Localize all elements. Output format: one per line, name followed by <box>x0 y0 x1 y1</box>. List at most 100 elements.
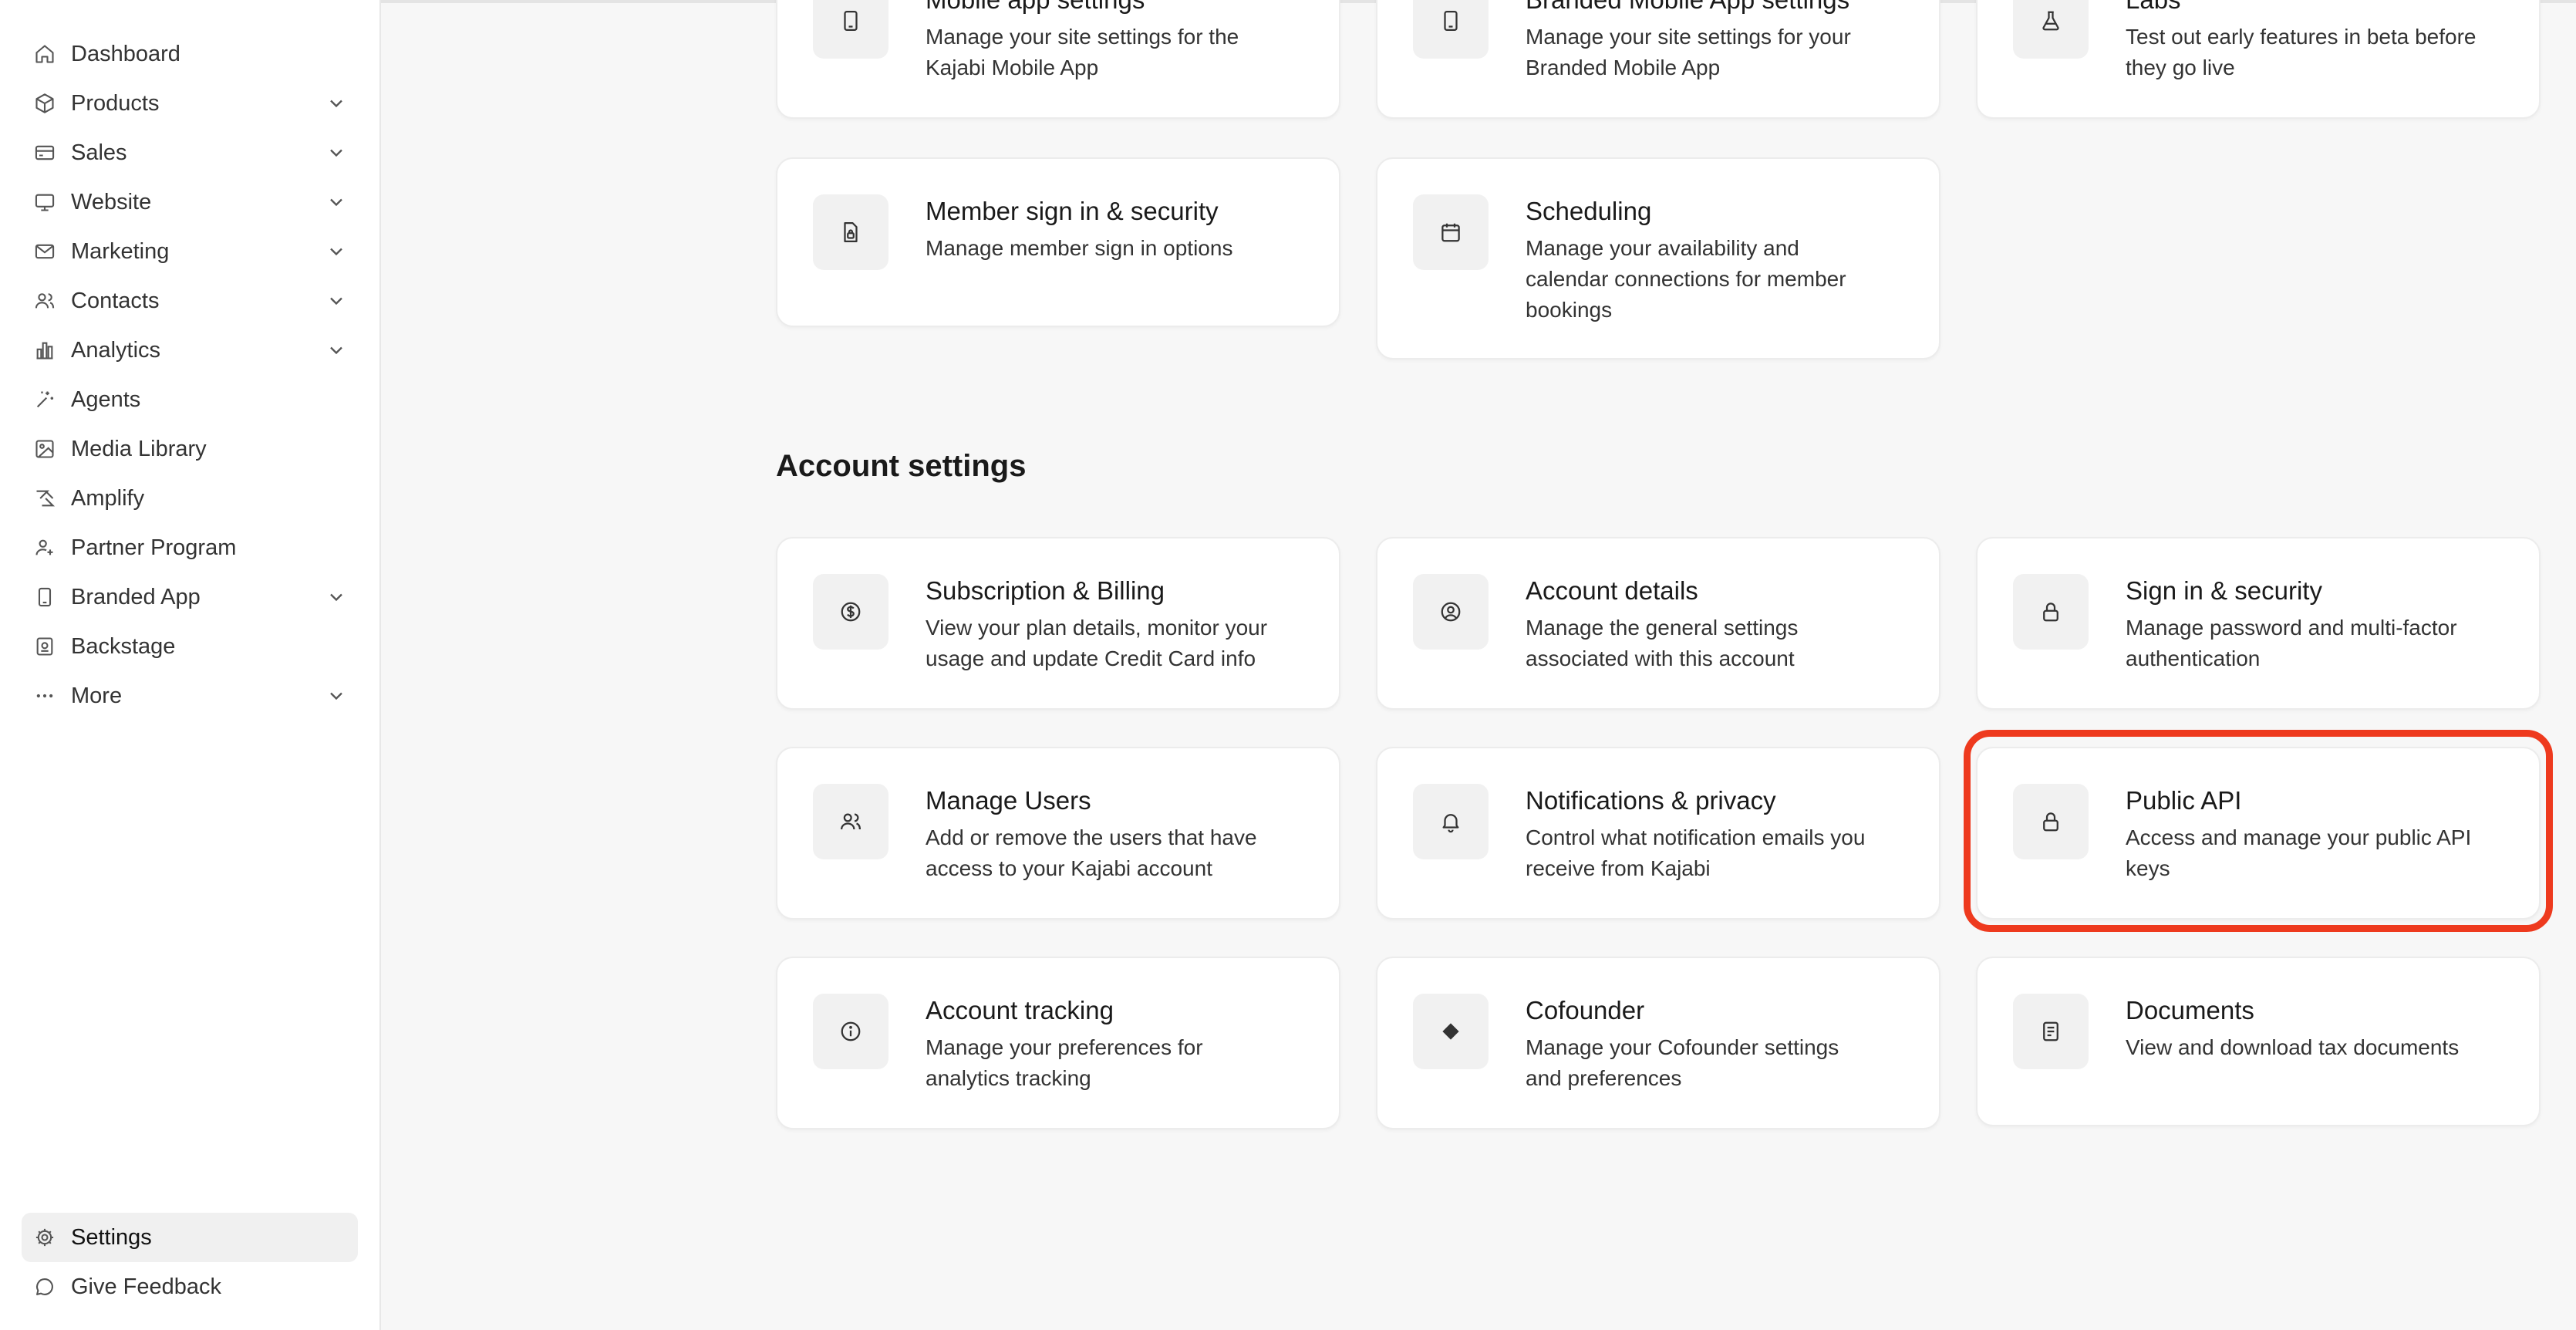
amplify-icon <box>34 488 56 509</box>
settings-card-manage-users[interactable]: Manage Users Add or remove the users tha… <box>776 747 1340 920</box>
box-icon <box>34 93 56 114</box>
home-icon <box>34 43 56 65</box>
sidebar-bottom-nav: Settings Give Feedback <box>22 1213 358 1311</box>
chevron-down-icon[interactable] <box>325 142 347 164</box>
sidebar-item-label: More <box>71 683 123 708</box>
chevron-down-icon[interactable] <box>325 290 347 312</box>
card-title: Subscription & Billing <box>926 576 1165 605</box>
sidebar-item-label: Agents <box>71 387 141 412</box>
settings-card-branded-mobile-app[interactable]: Branded Mobile App settings Manage your … <box>1376 0 1940 119</box>
diamond-icon <box>1413 994 1489 1069</box>
card-title: Public API <box>2126 786 2242 815</box>
info-circle-icon <box>813 994 888 1069</box>
settings-card-sign-in-security[interactable]: Sign in & security Manage password and m… <box>1976 537 2541 710</box>
section-heading-account-settings: Account settings <box>776 449 1027 483</box>
user-plus-icon <box>34 537 56 559</box>
card-description: Manage your availability and calendar co… <box>1526 236 1846 322</box>
bell-icon <box>1413 784 1489 859</box>
settings-card-member-sign-in[interactable]: Member sign in & security Manage member … <box>776 157 1340 327</box>
sidebar-item-label: Products <box>71 90 160 116</box>
chevron-down-icon[interactable] <box>325 685 347 707</box>
sidebar-nav: Dashboard Products Sales Website Marketi… <box>22 29 358 721</box>
card-description: Manage password and multi-factor authent… <box>2126 616 2457 670</box>
card-description: Control what notification emails you rec… <box>1526 825 1866 880</box>
lock-icon <box>2013 784 2089 859</box>
document-icon <box>2013 994 2089 1069</box>
calendar-icon <box>1413 194 1489 270</box>
settings-card-cofounder[interactable]: Cofounder Manage your Cofounder settings… <box>1376 957 1940 1129</box>
sidebar-item-label: Amplify <box>71 485 145 511</box>
card-title: Sign in & security <box>2126 576 2322 605</box>
sidebar: Dashboard Products Sales Website Marketi… <box>0 0 381 1330</box>
settings-card-mobile-app[interactable]: Mobile app settings Manage your site set… <box>776 0 1340 119</box>
settings-card-scheduling[interactable]: Scheduling Manage your availability and … <box>1376 157 1940 360</box>
chevron-down-icon[interactable] <box>325 241 347 262</box>
sidebar-item-amplify[interactable]: Amplify <box>22 474 358 523</box>
flask-icon <box>2013 0 2089 59</box>
sidebar-item-media-library[interactable]: Media Library <box>22 424 358 474</box>
sidebar-item-branded-app[interactable]: Branded App <box>22 572 358 622</box>
sidebar-item-contacts[interactable]: Contacts <box>22 276 358 326</box>
card-title: Account details <box>1526 576 1698 605</box>
card-description: Add or remove the users that have access… <box>926 825 1257 880</box>
settings-main: Mobile app settings Manage your site set… <box>383 0 2576 1330</box>
sidebar-item-label: Sales <box>71 140 127 165</box>
card-description: Access and manage your public API keys <box>2126 825 2472 880</box>
settings-card-notifications-privacy[interactable]: Notifications & privacy Control what not… <box>1376 747 1940 920</box>
card-title: Labs <box>2126 0 2516 15</box>
card-title: Branded Mobile App settings <box>1526 0 1916 15</box>
sidebar-item-analytics[interactable]: Analytics <box>22 326 358 375</box>
mail-icon <box>34 241 56 262</box>
sidebar-item-label: Marketing <box>71 238 170 264</box>
settings-card-account-tracking[interactable]: Account tracking Manage your preferences… <box>776 957 1340 1129</box>
users-icon <box>813 784 888 859</box>
chevron-down-icon[interactable] <box>325 93 347 114</box>
sidebar-item-label: Contacts <box>71 288 160 313</box>
settings-card-labs[interactable]: Labs Test out early features in beta bef… <box>1976 0 2541 119</box>
card-title: Manage Users <box>926 786 1091 815</box>
card-description: Test out early features in beta before t… <box>2126 25 2477 79</box>
sidebar-item-label: Partner Program <box>71 535 237 560</box>
chevron-down-icon[interactable] <box>325 586 347 608</box>
credit-card-icon <box>34 142 56 164</box>
card-title: Notifications & privacy <box>1526 786 1776 815</box>
sidebar-item-products[interactable]: Products <box>22 79 358 128</box>
settings-card-documents[interactable]: Documents View and download tax document… <box>1976 957 2541 1126</box>
sidebar-item-label: Branded App <box>71 584 201 609</box>
sidebar-item-website[interactable]: Website <box>22 177 358 227</box>
sidebar-item-label: Backstage <box>71 633 176 659</box>
dollar-circle-icon <box>813 574 888 650</box>
sidebar-item-label: Settings <box>71 1224 152 1250</box>
sidebar-item-sales[interactable]: Sales <box>22 128 358 177</box>
chevron-down-icon[interactable] <box>325 339 347 361</box>
card-description: Manage your Cofounder settings and prefe… <box>1526 1035 1839 1090</box>
card-description: Manage your site settings for the Kajabi… <box>926 25 1239 79</box>
sidebar-item-partner-program[interactable]: Partner Program <box>22 523 358 572</box>
card-description: Manage the general settings associated w… <box>1526 616 1799 670</box>
chevron-down-icon[interactable] <box>325 191 347 213</box>
sidebar-item-more[interactable]: More <box>22 671 358 721</box>
sidebar-item-dashboard[interactable]: Dashboard <box>22 29 358 79</box>
settings-card-account-details[interactable]: Account details Manage the general setti… <box>1376 537 1940 710</box>
sidebar-item-agents[interactable]: Agents <box>22 375 358 424</box>
sidebar-item-backstage[interactable]: Backstage <box>22 622 358 671</box>
backstage-icon <box>34 636 56 657</box>
settings-card-public-api[interactable]: Public API Access and manage your public… <box>1976 747 2541 920</box>
file-lock-icon <box>813 194 888 270</box>
sidebar-item-label: Media Library <box>71 436 207 461</box>
users-icon <box>34 290 56 312</box>
chat-bubble-icon <box>34 1276 56 1298</box>
sidebar-item-marketing[interactable]: Marketing <box>22 227 358 276</box>
image-icon <box>34 438 56 460</box>
card-description: View your plan details, monitor your usa… <box>926 616 1268 670</box>
card-title: Documents <box>2126 996 2254 1025</box>
sidebar-item-settings[interactable]: Settings <box>22 1213 358 1262</box>
card-description: Manage your preferences for analytics tr… <box>926 1035 1203 1090</box>
settings-card-subscription-billing[interactable]: Subscription & Billing View your plan de… <box>776 537 1340 710</box>
sidebar-item-label: Website <box>71 189 152 214</box>
card-description: Manage member sign in options <box>926 236 1233 260</box>
card-title: Cofounder <box>1526 996 1645 1025</box>
card-title: Scheduling <box>1526 197 1652 225</box>
sparkle-icon <box>34 389 56 410</box>
sidebar-item-give-feedback[interactable]: Give Feedback <box>22 1262 358 1311</box>
